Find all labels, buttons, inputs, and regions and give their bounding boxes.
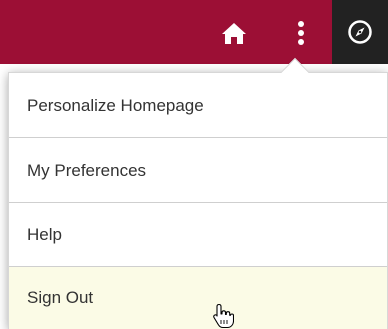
menu-item-personalize-homepage[interactable]: Personalize Homepage bbox=[9, 74, 387, 138]
home-button[interactable] bbox=[216, 18, 252, 48]
header-bar bbox=[0, 0, 388, 64]
menu-item-my-preferences[interactable]: My Preferences bbox=[9, 139, 387, 203]
menu-item-label: Sign Out bbox=[27, 288, 94, 307]
menu-item-label: Help bbox=[27, 224, 62, 244]
menu-item-sign-out[interactable]: Sign Out bbox=[9, 267, 387, 329]
navbar-area bbox=[332, 0, 388, 64]
menu-item-label: Personalize Homepage bbox=[27, 95, 204, 115]
navbar-button[interactable] bbox=[344, 16, 376, 48]
actions-menu-button[interactable] bbox=[284, 16, 318, 50]
vertical-ellipsis-icon bbox=[298, 21, 304, 45]
actions-dropdown-menu: Personalize Homepage My Preferences Help… bbox=[8, 57, 388, 329]
hand-pointer-icon bbox=[213, 303, 234, 329]
compass-icon bbox=[348, 20, 372, 44]
menu-item-label: My Preferences bbox=[27, 160, 147, 180]
home-icon bbox=[222, 23, 246, 44]
menu-item-help[interactable]: Help bbox=[9, 203, 387, 267]
